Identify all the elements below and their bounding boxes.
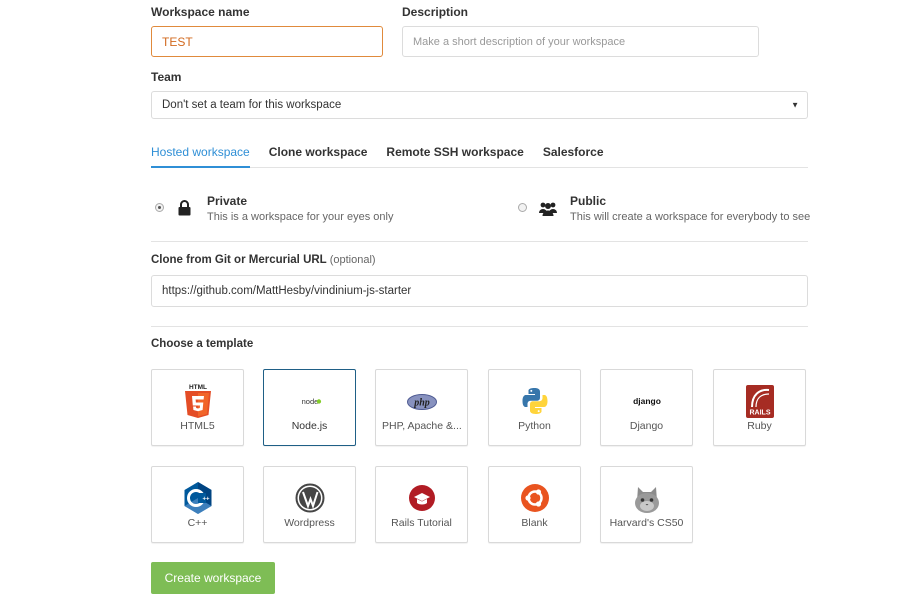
clone-url-label: Clone from Git or Mercurial URL (optiona… — [151, 254, 376, 266]
wordpress-icon — [294, 480, 326, 516]
workspace-name-value: TEST — [162, 34, 193, 49]
workspace-type-tabs: Hosted workspace Clone workspace Remote … — [151, 140, 808, 168]
template-php[interactable]: php PHP, Apache &... — [375, 369, 468, 446]
template-name: PHP, Apache &... — [382, 420, 462, 432]
template-name: Python — [518, 420, 551, 432]
private-radio[interactable] — [155, 203, 164, 212]
cpp-icon: ++ — [182, 480, 214, 516]
lock-icon — [178, 200, 191, 221]
rails-tutorial-icon — [406, 480, 438, 516]
html5-icon: HTML — [182, 383, 214, 419]
nodejs-icon: node — [294, 383, 326, 419]
create-workspace-button[interactable]: Create workspace — [151, 562, 275, 594]
template-cpp[interactable]: ++ C++ — [151, 466, 244, 543]
public-desc: This will create a workspace for everybo… — [570, 211, 811, 223]
template-harvard-cs50[interactable]: Harvard's CS50 — [600, 466, 693, 543]
template-name: Rails Tutorial — [391, 517, 452, 529]
ubuntu-icon — [519, 480, 551, 516]
tab-remote-ssh-workspace[interactable]: Remote SSH workspace — [386, 140, 523, 168]
public-radio[interactable] — [518, 203, 527, 212]
description-input[interactable]: Make a short description of your workspa… — [402, 26, 759, 57]
caret-down-icon: ▼ — [791, 100, 799, 110]
cs50-cat-icon — [631, 480, 663, 516]
django-icon: django — [631, 383, 663, 419]
template-name: Harvard's CS50 — [609, 517, 684, 529]
template-name: Node.js — [291, 420, 328, 432]
php-icon: php — [406, 383, 438, 419]
django-icon-text: django — [633, 396, 661, 406]
private-title: Private — [207, 194, 248, 208]
choose-template-label: Choose a template — [151, 338, 254, 350]
team-select[interactable]: Don't set a team for this workspace ▼ — [151, 91, 808, 119]
rails-icon: RAILS — [744, 383, 776, 419]
tab-hosted-workspace[interactable]: Hosted workspace — [151, 140, 250, 168]
php-icon-text: php — [413, 398, 430, 409]
clone-url-label-text: Clone from Git or Mercurial URL — [151, 254, 327, 266]
workspace-name-input[interactable]: TEST — [151, 26, 383, 57]
template-name: Wordpress — [284, 517, 335, 529]
users-icon — [539, 201, 557, 221]
team-label: Team — [151, 70, 182, 84]
template-python[interactable]: Python — [488, 369, 581, 446]
template-nodejs[interactable]: node Node.js — [263, 369, 356, 446]
tab-clone-workspace[interactable]: Clone workspace — [269, 140, 368, 168]
svg-text:++: ++ — [202, 497, 210, 503]
divider — [151, 241, 808, 242]
clone-url-optional: (optional) — [329, 254, 376, 266]
rails-icon-text: RAILS — [749, 410, 770, 417]
html5-icon-text: HTML — [188, 384, 206, 391]
template-name: C++ — [187, 517, 208, 529]
description-placeholder: Make a short description of your workspa… — [413, 35, 626, 48]
template-ruby[interactable]: RAILS Ruby — [713, 369, 806, 446]
clone-url-input[interactable]: https://github.com/MattHesby/vindinium-j… — [151, 275, 808, 307]
template-name: HTML5 — [180, 420, 215, 432]
public-title: Public — [570, 194, 607, 208]
nodejs-icon-text: node — [301, 397, 318, 406]
tab-salesforce[interactable]: Salesforce — [543, 140, 604, 168]
template-name: Ruby — [747, 420, 772, 432]
divider — [151, 326, 808, 327]
team-select-value: Don't set a team for this workspace — [162, 99, 342, 111]
template-blank[interactable]: Blank — [488, 466, 581, 543]
template-html5[interactable]: HTML HTML5 — [151, 369, 244, 446]
template-name: Django — [629, 420, 664, 432]
description-label: Description — [402, 5, 469, 19]
template-rails-tutorial[interactable]: Rails Tutorial — [375, 466, 468, 543]
template-django[interactable]: django Django — [600, 369, 693, 446]
workspace-name-label: Workspace name — [151, 5, 250, 19]
python-icon — [519, 383, 551, 419]
private-desc: This is a workspace for your eyes only — [207, 211, 394, 223]
template-wordpress[interactable]: Wordpress — [263, 466, 356, 543]
template-name: Blank — [521, 517, 548, 529]
clone-url-value: https://github.com/MattHesby/vindinium-j… — [162, 285, 412, 297]
